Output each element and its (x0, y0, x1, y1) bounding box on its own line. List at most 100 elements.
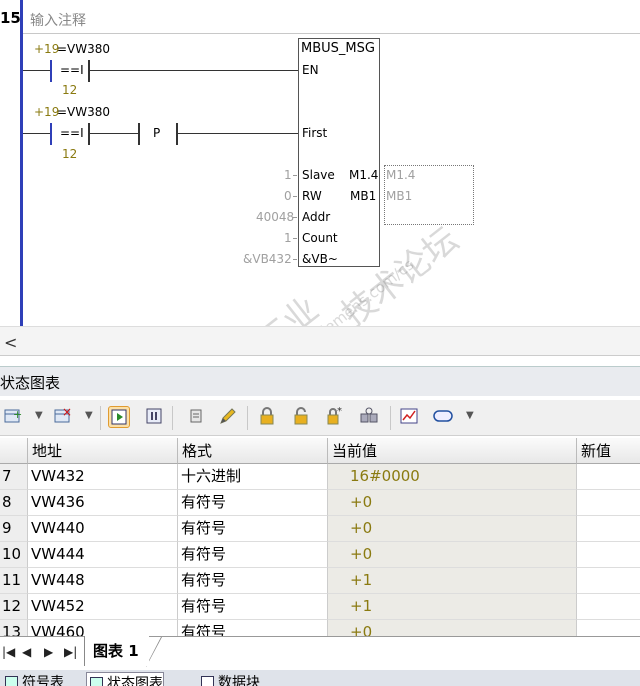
rung2-operand-top: +19 (34, 105, 60, 119)
watermark-line1: 西门子工业 (163, 283, 327, 326)
edge-contact-right (176, 123, 178, 145)
svg-text:+: + (13, 408, 22, 421)
pause-trend-icon[interactable] (143, 406, 165, 428)
format-cell[interactable]: 有符号 (178, 620, 328, 636)
column-header-new[interactable]: 新值 (577, 438, 640, 464)
trend-view-icon[interactable] (398, 406, 420, 428)
new-value-cell[interactable] (577, 542, 640, 568)
tab-symbol-table[interactable]: 符号表 (2, 672, 64, 686)
address-cell[interactable]: VW444 (28, 542, 178, 568)
unforce-all-icon[interactable]: * (324, 406, 346, 428)
pin-addr: Addr (302, 210, 331, 224)
address-cell[interactable]: VW452 (28, 594, 178, 620)
row-number[interactable]: 11 (0, 568, 28, 594)
new-value-cell[interactable] (577, 464, 640, 490)
next-sheet-icon[interactable]: ▶ (44, 645, 53, 659)
rung1-wire-b (90, 70, 298, 71)
value-count[interactable]: 1 (284, 231, 292, 245)
rung1-compare[interactable]: ==I (60, 63, 84, 77)
tooltip-dropdown-icon[interactable]: ▼ (466, 410, 474, 421)
format-cell[interactable]: 有符号 (178, 516, 328, 542)
row-number[interactable]: 8 (0, 490, 28, 516)
edge-detector-p[interactable]: P (153, 126, 160, 140)
value-done[interactable]: M1.4 (386, 168, 415, 182)
format-cell[interactable]: 有符号 (178, 542, 328, 568)
single-read-icon[interactable] (186, 406, 208, 428)
edge-contact-left (138, 123, 140, 145)
table-row[interactable]: 7 VW432 十六进制 16#0000 (0, 464, 640, 490)
new-value-cell[interactable] (577, 594, 640, 620)
column-header-format[interactable]: 格式 (178, 438, 328, 464)
rung1-operand-bottom[interactable]: 12 (62, 83, 77, 97)
tick-addr (293, 217, 297, 218)
row-number[interactable]: 9 (0, 516, 28, 542)
sheet-tab-bar: |◀ ◀ ▶ ▶| 图表 1 (0, 636, 640, 670)
value-slave[interactable]: 1 (284, 168, 292, 182)
network-comment[interactable]: 输入注释 (30, 10, 86, 30)
rung2-operand-bottom[interactable]: 12 (62, 147, 77, 161)
new-value-cell[interactable] (577, 516, 640, 542)
rung2-wire-b (90, 133, 138, 134)
ladder-editor[interactable]: 15 输入注释 +19 =VW380 ==I 12 +19 =VW380 ==I… (0, 0, 640, 326)
tab-data-block[interactable]: 数据块 (198, 672, 260, 686)
row-number[interactable]: 7 (0, 464, 28, 490)
format-cell[interactable]: 有符号 (178, 594, 328, 620)
tick-rw (293, 196, 297, 197)
toolbar-separator (100, 406, 101, 430)
pin-en: EN (302, 63, 319, 77)
horizontal-scrollbar[interactable]: < (0, 326, 640, 356)
force-lock-icon[interactable] (256, 406, 278, 428)
tab-status-chart[interactable]: 状态图表 (86, 672, 164, 686)
value-dataptr[interactable]: &VB432 (243, 252, 292, 266)
address-cell[interactable]: VW448 (28, 568, 178, 594)
delete-row-icon[interactable]: × (52, 405, 74, 428)
unforce-lock-icon[interactable] (290, 406, 312, 428)
address-cell[interactable]: VW432 (28, 464, 178, 490)
current-value-cell: +1 (328, 568, 577, 594)
address-cell[interactable]: VW460 (28, 620, 178, 636)
value-addr[interactable]: 40048 (256, 210, 294, 224)
value-error[interactable]: MB1 (386, 189, 412, 203)
scroll-left-icon[interactable]: < (4, 333, 17, 352)
rung2-operand-name[interactable]: =VW380 (57, 105, 110, 119)
write-pencil-icon[interactable] (216, 406, 238, 428)
pin-count: Count (302, 231, 338, 245)
delete-dropdown-icon[interactable]: ▼ (85, 410, 93, 421)
row-number[interactable]: 12 (0, 594, 28, 620)
row-number[interactable]: 10 (0, 542, 28, 568)
insert-row-icon[interactable]: + (2, 406, 24, 428)
row-number[interactable]: 13 (0, 620, 28, 636)
tab-label: 状态图表 (107, 676, 163, 686)
format-cell[interactable]: 有符号 (178, 490, 328, 516)
table-row[interactable]: 11 VW448 有符号 +1 (0, 568, 640, 594)
format-cell[interactable]: 十六进制 (178, 464, 328, 490)
last-sheet-icon[interactable]: ▶| (64, 645, 77, 659)
rung2-compare[interactable]: ==I (60, 126, 84, 140)
rung1-operand-name[interactable]: =VW380 (57, 42, 110, 56)
rung1-contact-right (88, 60, 90, 82)
format-cell[interactable]: 有符号 (178, 568, 328, 594)
table-row[interactable]: 8 VW436 有符号 +0 (0, 490, 640, 516)
tooltip-toggle-icon[interactable] (432, 406, 454, 428)
table-row[interactable]: 9 VW440 有符号 +0 (0, 516, 640, 542)
insert-dropdown-icon[interactable]: ▼ (35, 410, 43, 421)
table-row[interactable]: 10 VW444 有符号 +0 (0, 542, 640, 568)
address-cell[interactable]: VW440 (28, 516, 178, 542)
new-value-cell[interactable] (577, 620, 640, 636)
value-rw[interactable]: 0 (284, 189, 292, 203)
first-sheet-icon[interactable]: |◀ (2, 645, 15, 659)
read-all-forced-icon[interactable] (358, 406, 380, 428)
tick-dataptr (293, 259, 297, 260)
svg-text:×: × (62, 406, 72, 419)
rung2-contact-right (88, 123, 90, 145)
table-row[interactable]: 13 VW460 有符号 +0 (0, 620, 640, 636)
address-cell[interactable]: VW436 (28, 490, 178, 516)
new-value-cell[interactable] (577, 568, 640, 594)
column-header-current[interactable]: 当前值 (328, 438, 577, 464)
column-header-address[interactable]: 地址 (28, 438, 178, 464)
new-value-cell[interactable] (577, 490, 640, 516)
prev-sheet-icon[interactable]: ◀ (22, 645, 31, 659)
table-row[interactable]: 12 VW452 有符号 +1 (0, 594, 640, 620)
sheet-tab-chart1[interactable]: 图表 1 (84, 636, 149, 666)
chart-status-icon[interactable] (108, 406, 130, 428)
